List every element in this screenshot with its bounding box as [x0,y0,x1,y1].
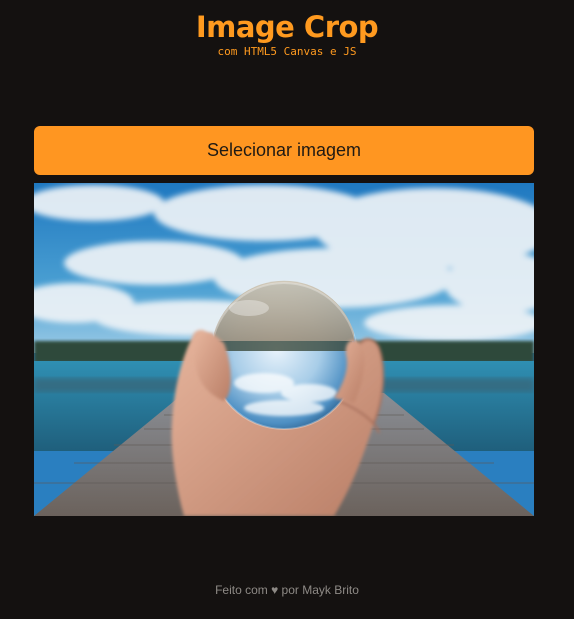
image-preview[interactable] [34,183,534,516]
page-subtitle: com HTML5 Canvas e JS [217,45,357,58]
preview-photo [34,183,534,516]
footer-credit: Feito com ♥ por Mayk Brito [215,583,359,597]
select-image-button[interactable]: Selecionar imagem [34,126,534,175]
app-header: Image Crop com HTML5 Canvas e JS [0,8,574,58]
page-title: Image Crop [195,10,379,44]
